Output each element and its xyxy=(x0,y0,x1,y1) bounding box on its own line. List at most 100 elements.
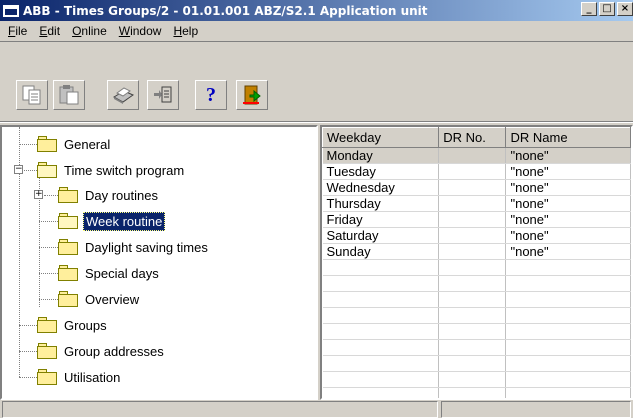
tree-line xyxy=(19,144,37,145)
tree-line xyxy=(39,273,58,274)
table-row-empty xyxy=(322,307,631,324)
tree-item-label: Daylight saving times xyxy=(85,239,208,255)
maximize-button[interactable]: □ xyxy=(599,2,615,16)
table-row-empty xyxy=(322,355,631,372)
tree-item-week-routine[interactable]: Week routine xyxy=(58,211,166,231)
menu-help[interactable]: Help xyxy=(167,22,204,40)
tree-item-time-switch-program[interactable]: Time switch program xyxy=(37,160,186,180)
cell-dr-name[interactable]: "none" xyxy=(505,163,631,180)
toolbar-separator xyxy=(0,121,633,123)
tree-line xyxy=(24,170,37,171)
window-controls: _ □ × xyxy=(581,2,633,16)
minimize-button[interactable]: _ xyxy=(581,2,597,16)
cell-weekday[interactable]: Monday xyxy=(322,147,440,164)
folder-open-icon xyxy=(37,162,57,178)
tree-line xyxy=(44,195,58,196)
tree-item-label: Day routines xyxy=(85,187,158,203)
tree-line xyxy=(39,299,58,300)
column-header-dr-no[interactable]: DR No. xyxy=(438,127,507,148)
collapse-icon[interactable]: − xyxy=(14,165,23,174)
tree-item-utilisation[interactable]: Utilisation xyxy=(37,367,122,387)
cell-weekday[interactable]: Sunday xyxy=(322,243,440,260)
close-button[interactable]: × xyxy=(617,2,633,16)
tree-item-label: Group addresses xyxy=(64,343,164,359)
cell-dr-name[interactable]: "none" xyxy=(505,243,631,260)
table-row-empty xyxy=(322,387,631,398)
tree-item-label: Utilisation xyxy=(64,369,121,385)
help-button[interactable]: ? xyxy=(195,80,227,110)
cell-weekday[interactable]: Friday xyxy=(322,211,440,228)
tree-line xyxy=(39,247,58,248)
tree-item-group-addresses[interactable]: Group addresses xyxy=(37,341,166,361)
table-row[interactable]: Sunday "none" xyxy=(322,243,631,260)
menu-file[interactable]: File xyxy=(2,22,33,40)
menu-edit[interactable]: Edit xyxy=(33,22,66,40)
cell-dr-name[interactable]: "none" xyxy=(505,227,631,244)
cell-dr-no[interactable] xyxy=(438,163,507,180)
tree-item-day-routines[interactable]: Day routines xyxy=(58,185,160,205)
table-row[interactable]: Tuesday "none" xyxy=(322,163,631,180)
status-bar xyxy=(0,401,633,418)
tree-item-general[interactable]: General xyxy=(37,134,112,154)
cell-dr-no[interactable] xyxy=(438,227,507,244)
cell-dr-no[interactable] xyxy=(438,243,507,260)
title-bar[interactable]: ABB - Times Groups/2 - 01.01.001 ABZ/S2.… xyxy=(0,0,633,21)
table-row[interactable]: Monday "none" xyxy=(322,147,631,164)
tree-item-label: Special days xyxy=(85,265,159,281)
table-row-empty xyxy=(322,275,631,292)
tree-item-label: Week routine xyxy=(83,211,166,231)
tree-line xyxy=(19,325,37,326)
status-cell-secondary xyxy=(441,401,631,418)
help-icon: ? xyxy=(206,83,216,106)
table-row[interactable]: Friday "none" xyxy=(322,211,631,228)
exit-button[interactable] xyxy=(236,80,268,110)
cell-weekday[interactable]: Wednesday xyxy=(322,179,440,196)
tree-panel[interactable]: General − Time switch program + Day rout… xyxy=(0,125,318,400)
folder-icon xyxy=(58,239,78,255)
column-header-dr-name[interactable]: DR Name xyxy=(505,127,631,148)
menu-bar: File Edit Online Window Help xyxy=(0,21,633,42)
copy-icon xyxy=(22,85,41,105)
table-row[interactable]: Saturday "none" xyxy=(322,227,631,244)
table-row[interactable]: Thursday "none" xyxy=(322,195,631,212)
tree-item-daylight-saving-times[interactable]: Daylight saving times xyxy=(58,237,210,257)
cell-dr-name[interactable]: "none" xyxy=(505,211,631,228)
tree-item-overview[interactable]: Overview xyxy=(58,289,141,309)
tree-item-label: Overview xyxy=(85,291,140,307)
tree-item-groups[interactable]: Groups xyxy=(37,315,109,335)
print-icon xyxy=(113,87,135,104)
folder-icon xyxy=(37,136,57,152)
table-row-empty xyxy=(322,291,631,308)
tree-item-label: Groups xyxy=(64,317,107,333)
window-title: ABB - Times Groups/2 - 01.01.001 ABZ/S2.… xyxy=(23,3,428,18)
cell-dr-name[interactable]: "none" xyxy=(505,179,631,196)
tree-line xyxy=(19,351,37,352)
cell-weekday[interactable]: Thursday xyxy=(322,195,440,212)
status-cell-main xyxy=(2,401,438,418)
cell-dr-no[interactable] xyxy=(438,147,507,164)
app-icon xyxy=(3,4,19,17)
menu-window[interactable]: Window xyxy=(113,22,168,40)
tree-item-special-days[interactable]: Special days xyxy=(58,263,161,283)
expand-icon[interactable]: + xyxy=(34,190,43,199)
folder-icon xyxy=(58,265,78,281)
cell-dr-name[interactable]: "none" xyxy=(505,195,631,212)
download-icon xyxy=(154,86,172,103)
table-row[interactable]: Wednesday "none" xyxy=(322,179,631,196)
menu-online[interactable]: Online xyxy=(66,22,113,40)
cell-dr-no[interactable] xyxy=(438,211,507,228)
cell-weekday[interactable]: Saturday xyxy=(322,227,440,244)
week-routine-table-panel[interactable]: Weekday DR No. DR Name Monday "none" Tue… xyxy=(320,125,633,400)
cell-weekday[interactable]: Tuesday xyxy=(322,163,440,180)
week-routine-table: Weekday DR No. DR Name Monday "none" Tue… xyxy=(322,127,631,398)
copy-button[interactable] xyxy=(16,80,48,110)
cell-dr-name[interactable]: "none" xyxy=(505,147,631,164)
tree-item-label: Time switch program xyxy=(64,162,185,178)
exit-icon xyxy=(243,85,261,105)
paste-button[interactable] xyxy=(53,80,85,110)
print-button[interactable] xyxy=(107,80,139,110)
cell-dr-no[interactable] xyxy=(438,179,507,196)
download-button[interactable] xyxy=(147,80,179,110)
cell-dr-no[interactable] xyxy=(438,195,507,212)
column-header-weekday[interactable]: Weekday xyxy=(322,127,440,148)
